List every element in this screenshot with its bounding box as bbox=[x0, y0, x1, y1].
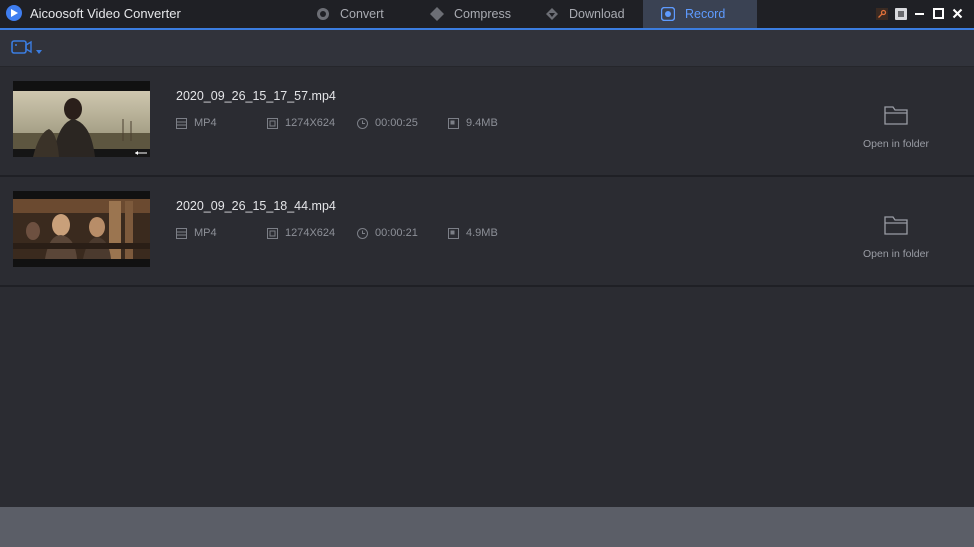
open-in-folder-label: Open in folder bbox=[863, 138, 929, 150]
clock-icon bbox=[357, 117, 368, 129]
toolbar bbox=[0, 30, 974, 67]
format-value: MP4 bbox=[194, 117, 217, 129]
tab-convert[interactable]: Convert bbox=[316, 0, 426, 28]
size-value: 4.9MB bbox=[466, 227, 498, 239]
folder-icon bbox=[858, 215, 934, 238]
key-icon[interactable] bbox=[875, 7, 888, 20]
open-in-folder-label: Open in folder bbox=[863, 248, 929, 260]
file-size-icon bbox=[448, 227, 459, 239]
size-info: 9.4MB bbox=[448, 117, 498, 129]
title-bar: Aicoosoft Video Converter Convert Compre… bbox=[0, 0, 974, 30]
video-thumbnail[interactable] bbox=[13, 81, 150, 157]
clock-icon bbox=[357, 227, 368, 239]
file-name: 2020_09_26_15_17_57.mp4 bbox=[176, 89, 336, 103]
duration-value: 00:00:25 bbox=[375, 117, 418, 129]
tab-download[interactable]: Download bbox=[545, 0, 645, 28]
menu-icon[interactable] bbox=[894, 7, 907, 20]
tab-convert-label: Convert bbox=[340, 7, 384, 21]
format-icon bbox=[176, 117, 187, 129]
open-in-folder-button[interactable]: Open in folder bbox=[858, 215, 934, 262]
tab-download-label: Download bbox=[569, 7, 625, 21]
app-title: Aicoosoft Video Converter bbox=[30, 6, 181, 21]
file-name: 2020_09_26_15_18_44.mp4 bbox=[176, 199, 336, 213]
format-info: MP4 bbox=[176, 117, 217, 129]
maximize-icon[interactable] bbox=[932, 7, 945, 20]
record-icon bbox=[661, 7, 675, 21]
tab-record-label: Record bbox=[685, 7, 726, 21]
video-camera-icon bbox=[11, 40, 33, 59]
size-info: 4.9MB bbox=[448, 227, 498, 239]
format-value: MP4 bbox=[194, 227, 217, 239]
convert-icon bbox=[316, 7, 330, 21]
list-item[interactable]: 2020_09_26_15_17_57.mp4 MP4 1274X624 00:… bbox=[0, 67, 974, 177]
resolution-icon bbox=[267, 227, 278, 239]
tab-record[interactable]: Record bbox=[643, 0, 757, 28]
tab-compress[interactable]: Compress bbox=[430, 0, 540, 28]
duration-value: 00:00:21 bbox=[375, 227, 418, 239]
folder-icon bbox=[858, 105, 934, 128]
resolution-info: 1274X624 bbox=[267, 227, 335, 239]
video-thumbnail[interactable] bbox=[13, 191, 150, 267]
chevron-down-icon bbox=[36, 41, 42, 59]
resolution-value: 1274X624 bbox=[285, 227, 336, 239]
close-icon[interactable] bbox=[951, 7, 964, 20]
compress-icon bbox=[430, 7, 444, 21]
list-item[interactable]: 2020_09_26_15_18_44.mp4 MP4 1274X624 00:… bbox=[0, 177, 974, 287]
app-logo-icon bbox=[6, 5, 22, 21]
size-value: 9.4MB bbox=[466, 117, 498, 129]
bottom-bar bbox=[0, 507, 974, 547]
record-camera-button[interactable] bbox=[11, 40, 42, 59]
duration-info: 00:00:21 bbox=[357, 227, 418, 239]
duration-info: 00:00:25 bbox=[357, 117, 418, 129]
format-info: MP4 bbox=[176, 227, 217, 239]
resolution-value: 1274X624 bbox=[285, 117, 336, 129]
tab-compress-label: Compress bbox=[454, 7, 511, 21]
file-size-icon bbox=[448, 117, 459, 129]
open-in-folder-button[interactable]: Open in folder bbox=[858, 105, 934, 152]
resolution-icon bbox=[267, 117, 278, 129]
recording-list: 2020_09_26_15_17_57.mp4 MP4 1274X624 00:… bbox=[0, 67, 974, 287]
format-icon bbox=[176, 227, 187, 239]
minimize-icon[interactable] bbox=[913, 7, 926, 20]
window-controls bbox=[875, 7, 964, 20]
resolution-info: 1274X624 bbox=[267, 117, 335, 129]
download-icon bbox=[545, 7, 559, 21]
